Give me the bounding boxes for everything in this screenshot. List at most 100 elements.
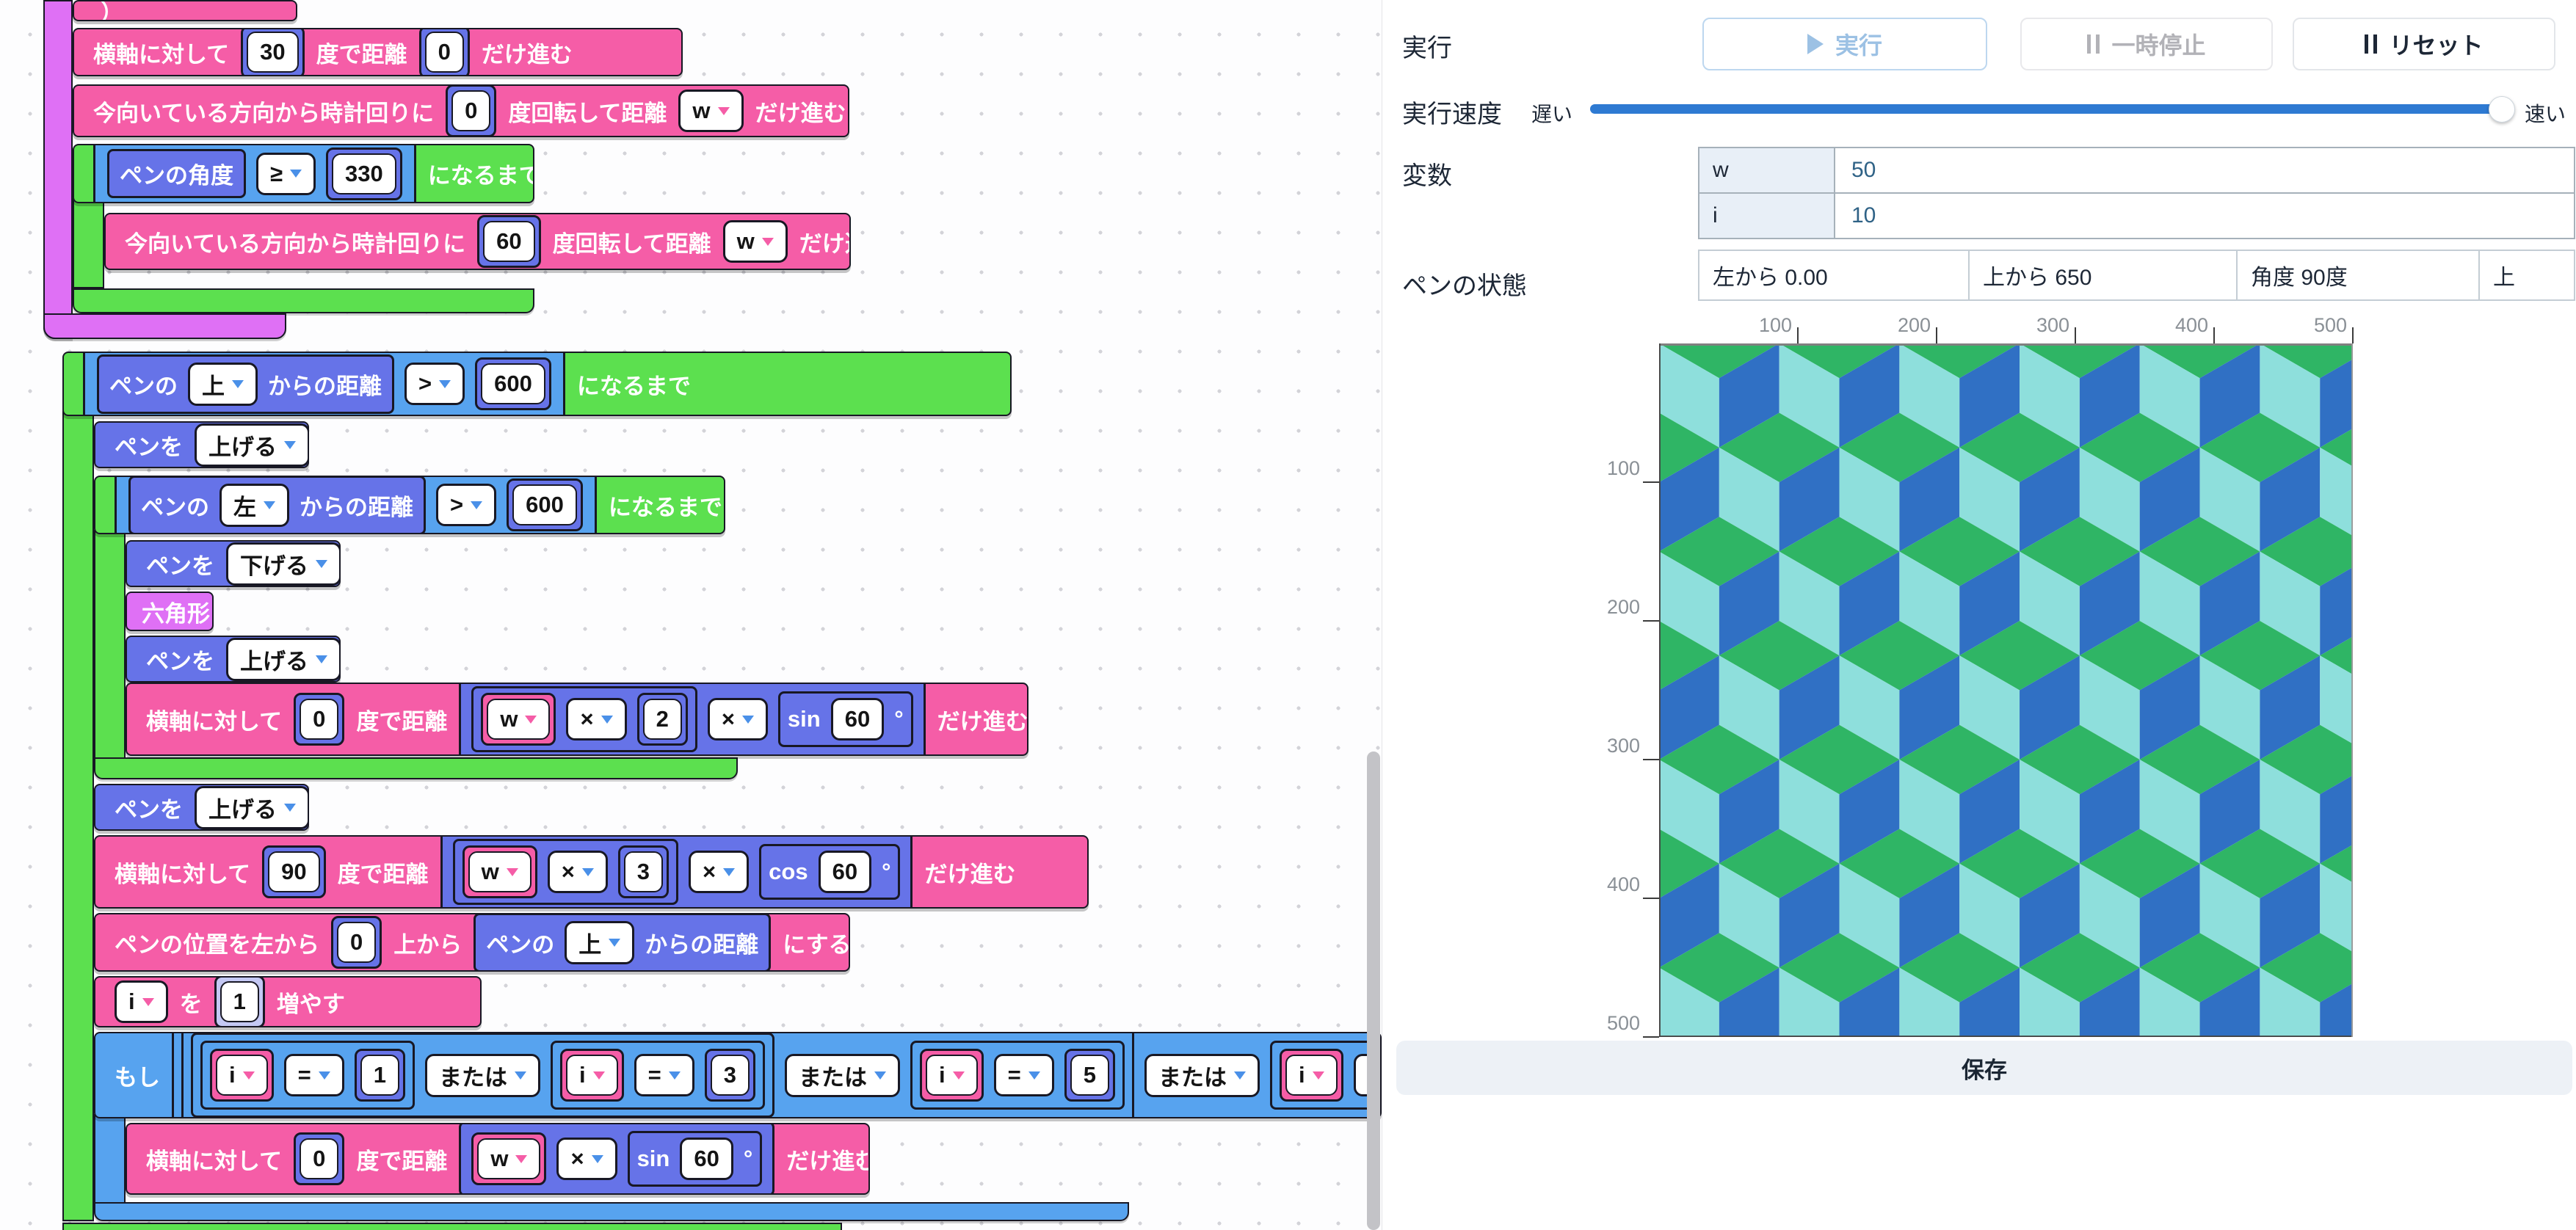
dropdown-field[interactable]: または [1144,1054,1260,1097]
number-field[interactable]: 1 [220,981,259,1022]
block-if[interactable]: もしi=1またはi=3またはi=5またはi= [94,1032,1382,1118]
dropdown-field[interactable]: または [785,1054,900,1097]
dropdown-field[interactable]: ≥ [256,153,316,195]
value-block[interactable]: ペンの角度 [107,149,246,198]
expression-group[interactable]: i=1またはi=3またはi=5 [181,1032,1134,1118]
block-loop-pen-left[interactable]: ペンの左からの距離>600になるまで [94,476,725,534]
dropdown-field[interactable]: w [487,699,550,740]
if-bar-vertical[interactable] [94,1114,126,1204]
expression-group[interactable]: w×2×sin60° [459,683,925,756]
expression-group[interactable]: w×3×cos60° [440,835,913,909]
expression-group[interactable]: i = 5 [910,1041,1125,1110]
dropdown-field[interactable]: w [723,220,788,263]
block-turn-0-w[interactable]: 今向いている方向から時計回りに0度回転して距離wだけ進む [73,84,849,137]
block-loop-pen-top[interactable]: ペンの上からの距離>600になるまで [62,352,1012,416]
expression-group[interactable]: w × 2 [471,686,697,752]
dropdown-field[interactable]: i [216,1055,268,1096]
reset-button[interactable]: リセット [2293,18,2555,70]
number-field[interactable]: 3 [711,1055,750,1096]
number-field[interactable]: 0 [300,1138,338,1179]
number-field[interactable]: 30 [247,32,298,73]
loop-pen-angle-bar-vertical[interactable] [73,198,104,288]
block-move-angle-30[interactable]: 横軸に対して30度で距離0だけ進む [73,28,683,76]
expression-group[interactable]: i=1またはi=3またはi=5またはi= [172,1032,1382,1118]
workspace-scrollbar[interactable] [1367,752,1380,1230]
dropdown-field[interactable]: 上げる [195,786,309,829]
number-field[interactable]: 0 [337,922,376,963]
value-block[interactable]: ペンの上からの距離 [97,354,394,414]
loop-pen-top-bar-vertical[interactable] [62,411,94,1221]
number-field[interactable]: 60 [831,698,884,740]
expression-group[interactable]: i=1 [200,1041,415,1110]
dropdown-field[interactable]: × [556,1138,617,1180]
dropdown-field[interactable]: > [436,484,496,526]
loop-pen-angle-bar-bottom[interactable] [73,288,534,313]
expression-group[interactable]: cos60° [759,844,900,900]
function-wrap-bar-bottom[interactable] [43,313,286,339]
number-field[interactable]: 2 [643,699,682,740]
block-pen-up-3[interactable]: ペンを上げる [94,784,309,831]
dropdown-field[interactable]: × [566,698,626,740]
dropdown-field[interactable]: w [468,851,531,892]
dropdown-field[interactable]: × [548,851,608,893]
loop-pen-top-bar-bottom[interactable] [62,1223,842,1230]
block-hexagon-call[interactable]: 六角形 [126,592,214,631]
dropdown-field[interactable]: > [404,363,465,405]
expression-group[interactable]: w × sin60° [459,1123,774,1195]
block-pen-up-1[interactable]: ペンを上げる [94,421,309,468]
expression-group[interactable]: i= [1270,1041,1382,1110]
speed-slider-thumb[interactable] [2489,96,2515,123]
condition-block[interactable]: ペンの上からの距離>600 [83,352,565,416]
if-bar-bottom[interactable] [94,1202,1129,1221]
dropdown-field[interactable]: w [678,90,743,132]
number-field[interactable]: 60 [680,1138,733,1180]
number-field[interactable]: 0 [300,699,338,740]
dropdown-field[interactable]: i [926,1055,978,1096]
dropdown-field[interactable]: 下げる [226,542,341,586]
dropdown-field[interactable]: = [994,1054,1054,1096]
block-partial-top[interactable]: ） [73,0,297,21]
number-field[interactable]: 0 [425,32,464,73]
number-field[interactable]: 600 [481,363,545,404]
block-workspace[interactable]: ） 横軸に対して30度で距離0だけ進む今向いている方向から時計回りに0度回転して距… [0,0,1382,1230]
dropdown-field[interactable]: = [284,1054,344,1096]
number-field[interactable]: 90 [268,851,319,892]
speed-slider[interactable] [1590,104,2506,114]
dropdown-field[interactable]: w [477,1138,540,1179]
run-button[interactable]: 実行 [1702,18,1987,70]
value-block[interactable]: ペンの上からの距離 [474,913,771,972]
value-block[interactable]: ペンの左からの距離 [128,476,426,534]
expression-group[interactable]: i = 3 [551,1041,765,1110]
expression-group[interactable]: sin60° [778,691,913,747]
save-button[interactable]: 保存 [1396,1041,2572,1095]
dropdown-field[interactable]: i [115,980,168,1023]
pause-button[interactable]: 一時停止 [2020,18,2273,70]
dropdown-field[interactable]: 上 [188,363,258,406]
dropdown-field[interactable]: 左 [219,484,289,527]
dropdown-field[interactable]: = [634,1054,694,1096]
dropdown-field[interactable]: i [1285,1055,1338,1096]
dropdown-field[interactable]: または [425,1054,540,1097]
block-pen-up-2[interactable]: ペンを上げる [126,636,341,683]
expression-group[interactable]: i=1またはi=3 [191,1033,774,1118]
loop-pen-left-bar-bottom[interactable] [94,757,738,779]
dropdown-field[interactable]: i [566,1055,618,1096]
block-move-90-w3cos60[interactable]: 横軸に対して90度で距離w×3×cos60°だけ進む [94,835,1089,909]
expression-group[interactable]: w × 3 [453,839,678,905]
number-field[interactable]: 60 [483,221,534,262]
dropdown-field[interactable]: 上げる [195,423,309,467]
expression-group[interactable]: sin60° [628,1131,763,1187]
block-move-0-w2sin60[interactable]: 横軸に対して0度で距離w×2×sin60°だけ進む [126,683,1028,756]
dropdown-field[interactable]: × [708,698,768,740]
dropdown-field[interactable]: × [689,851,749,893]
block-move-0-wsin60[interactable]: 横軸に対して0度で距離w×sin60°だけ進む [126,1123,870,1195]
block-increment-i[interactable]: iを1増やす [94,976,482,1027]
dropdown-field[interactable]: 上げる [226,638,341,681]
number-field[interactable]: 3 [624,851,663,892]
number-field[interactable]: 5 [1070,1055,1109,1096]
function-wrap-bar-vertical[interactable] [43,0,73,339]
block-pen-down[interactable]: ペンを下げる [126,540,341,587]
loop-pen-left-bar-vertical[interactable] [94,530,126,759]
number-field[interactable]: 60 [819,851,871,893]
number-field[interactable]: 330 [332,153,396,194]
